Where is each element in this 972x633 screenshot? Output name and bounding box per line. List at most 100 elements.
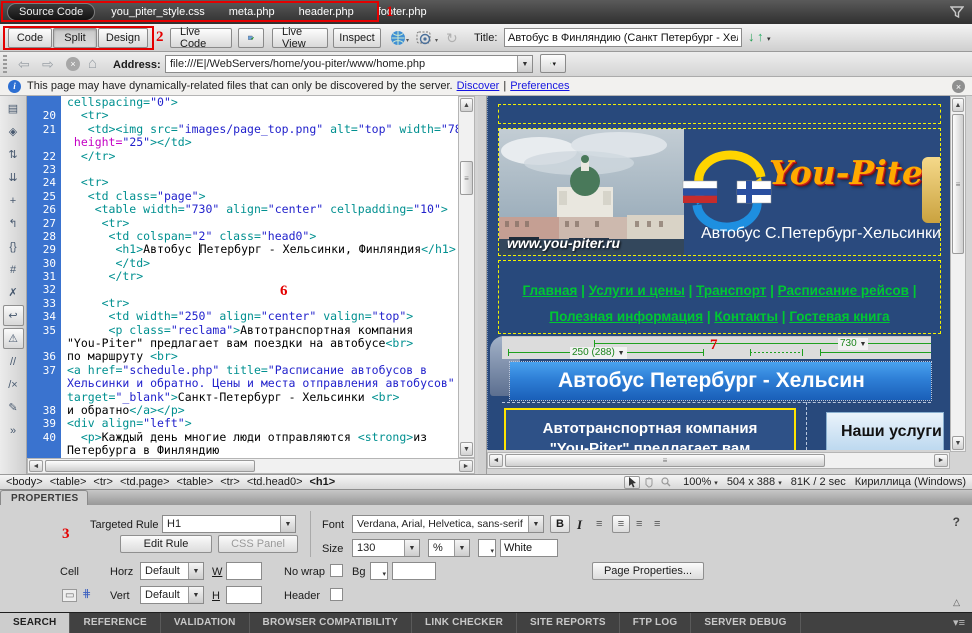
nowrap-checkbox[interactable] (330, 564, 343, 577)
home-icon[interactable]: ⌂ (88, 55, 97, 72)
scroll-right-icon[interactable]: ► (459, 460, 473, 472)
tag-selector-item[interactable]: <table> (50, 476, 87, 488)
address-input[interactable]: file:///E|/WebServers/home/you-piter/www… (165, 55, 533, 73)
panel-menu-icon[interactable]: ▾≡ (953, 613, 965, 633)
source-code-button[interactable]: Source Code (7, 3, 95, 21)
split-cell-icon[interactable]: ⋕ (82, 587, 91, 600)
results-tab-search[interactable]: SEARCH (0, 613, 70, 633)
results-tab-site-reports[interactable]: SITE REPORTS (517, 613, 620, 633)
address-dropdown-icon[interactable]: ▼ (517, 56, 532, 72)
vert-select[interactable]: Default▼ (140, 586, 204, 604)
expand-all-icon[interactable]: + (3, 190, 24, 211)
bg-color-input[interactable] (392, 562, 436, 580)
live-view-button[interactable]: Live View (272, 28, 328, 48)
code-line[interactable]: cellspacing="0"> (61, 96, 458, 109)
merge-cells-icon[interactable]: ▭ (62, 589, 77, 602)
related-file-tab[interactable]: you_piter_style.css (111, 6, 205, 18)
code-navigator-icon[interactable]: ◈ (3, 121, 24, 142)
code-line[interactable]: <p>Каждый день многие люди отправляются … (61, 431, 458, 444)
code-line[interactable]: по маршруту <br> (61, 350, 458, 363)
results-tab-reference[interactable]: REFERENCE (70, 613, 160, 633)
code-vscroll-thumb[interactable]: ≡ (460, 161, 473, 195)
more-icon[interactable]: » (3, 420, 24, 441)
page-properties-button[interactable]: Page Properties... (592, 562, 704, 580)
filter-icon[interactable] (950, 5, 964, 19)
zoom-tool-icon[interactable] (658, 476, 674, 489)
file-put-icon[interactable]: ↑ (757, 29, 764, 44)
design-hscroll-thumb[interactable]: ≡ (505, 454, 825, 467)
line-numbers-icon[interactable]: # (3, 259, 24, 280)
design-view-button[interactable]: Design (98, 28, 148, 48)
code-line[interactable]: <td><img src="images/page_top.png" alt="… (61, 123, 458, 136)
code-line[interactable]: <h1>Автобус Петербург - Хельсинки, Финля… (61, 243, 458, 256)
tag-selector-item[interactable]: <td.head0> (247, 476, 303, 488)
code-line[interactable]: </tr> (61, 270, 458, 283)
nav-link[interactable]: Контакты (714, 309, 778, 324)
window-size-select[interactable]: 504 x 388 ▾ (727, 476, 782, 488)
close-info-bar-icon[interactable]: × (952, 80, 965, 93)
nav-link[interactable]: Главная (523, 283, 578, 298)
check-browser-compatibility-icon[interactable] (416, 30, 440, 46)
results-tab-validation[interactable]: VALIDATION (161, 613, 250, 633)
scroll-left-icon[interactable]: ◄ (489, 454, 503, 467)
forward-icon[interactable]: ⇨ (42, 56, 54, 73)
code-line[interactable] (61, 283, 458, 296)
size-select[interactable]: 130▼ (352, 539, 420, 557)
preferences-link[interactable]: Preferences (510, 80, 569, 92)
live-code-button[interactable]: Live Code (170, 28, 232, 48)
hand-tool-icon[interactable] (641, 476, 657, 489)
guide-label-250[interactable]: 250 (288) ▼ (570, 347, 627, 359)
scroll-down-icon[interactable]: ▼ (952, 436, 964, 450)
services-heading-box[interactable]: Наши услуги (826, 412, 944, 450)
code-line[interactable]: <p class="reclama">Автотранспортная комп… (61, 324, 458, 337)
code-line[interactable]: <td colspan="2" class="head0"> (61, 230, 458, 243)
guide-line-right[interactable] (820, 352, 931, 353)
file-management-dropdown-icon[interactable]: ▾ (767, 35, 771, 43)
back-icon[interactable]: ⇦ (18, 56, 30, 73)
nav-link[interactable]: Гостевая книга (789, 309, 889, 324)
collapse-panel-icon[interactable]: △ (953, 597, 960, 608)
italic-button[interactable]: I (577, 517, 582, 533)
code-line[interactable]: target="_blank">Санкт-Петербург - Хельси… (61, 391, 458, 404)
code-line[interactable]: и обратно</a></p> (61, 404, 458, 417)
font-select[interactable]: Verdana, Arial, Helvetica, sans-serif▼ (352, 515, 544, 533)
results-tab-browser-compatibility[interactable]: BROWSER COMPATIBILITY (250, 613, 413, 633)
live-view-options-icon[interactable] (238, 28, 264, 48)
code-hscroll-thumb[interactable] (45, 460, 255, 472)
horz-select[interactable]: Default▼ (140, 562, 204, 580)
text-color-input[interactable] (500, 539, 558, 557)
scroll-up-icon[interactable]: ▲ (460, 98, 473, 112)
open-documents-icon[interactable]: ▤ (3, 98, 24, 119)
code-line[interactable] (61, 163, 458, 176)
code-line[interactable]: <tr> (61, 109, 458, 122)
edit-rule-button[interactable]: Edit Rule (120, 535, 212, 553)
align-left-icon[interactable]: ≡ (596, 518, 601, 530)
preview-browser-globe-icon[interactable] (390, 30, 410, 46)
balance-braces-icon[interactable]: {} (3, 236, 24, 257)
design-horizontal-scrollbar[interactable]: ◄ ≡ ► (487, 452, 950, 469)
code-line[interactable]: Петербурга в Финляндию (61, 444, 458, 457)
code-line[interactable]: <td width="250" align="center" valign="t… (61, 310, 458, 323)
code-line[interactable]: <tr> (61, 297, 458, 310)
discover-link[interactable]: Discover (457, 80, 500, 92)
pane-splitter[interactable] (478, 96, 487, 474)
text-color-swatch[interactable] (478, 539, 496, 557)
tag-selector-item[interactable]: <table> (177, 476, 214, 488)
results-tab-server-debug[interactable]: SERVER DEBUG (691, 613, 800, 633)
targeted-rule-select[interactable]: H1▼ (162, 515, 296, 533)
help-icon[interactable]: ? (953, 515, 960, 529)
bold-button[interactable]: B (550, 515, 570, 533)
nav-link[interactable]: Услуги и цены (589, 283, 685, 298)
code-line[interactable]: <div align="left"> (61, 417, 458, 430)
syntax-error-alerts-icon[interactable]: ⚠ (3, 328, 24, 349)
word-wrap-icon[interactable]: ↩ (3, 305, 24, 326)
bg-color-swatch[interactable] (370, 562, 388, 580)
nav-link[interactable]: Транспорт (696, 283, 766, 298)
code-line[interactable]: height="25"></td> (61, 136, 458, 149)
highlight-invalid-code-icon[interactable]: ✗ (3, 282, 24, 303)
code-horizontal-scrollbar[interactable]: ◄ ► (27, 458, 475, 474)
size-unit-select[interactable]: %▼ (428, 539, 470, 557)
guide-label-730[interactable]: 730 ▼ (838, 338, 868, 350)
tag-selector-item[interactable]: <td.page> (120, 476, 170, 488)
code-line[interactable]: </tr> (61, 150, 458, 163)
